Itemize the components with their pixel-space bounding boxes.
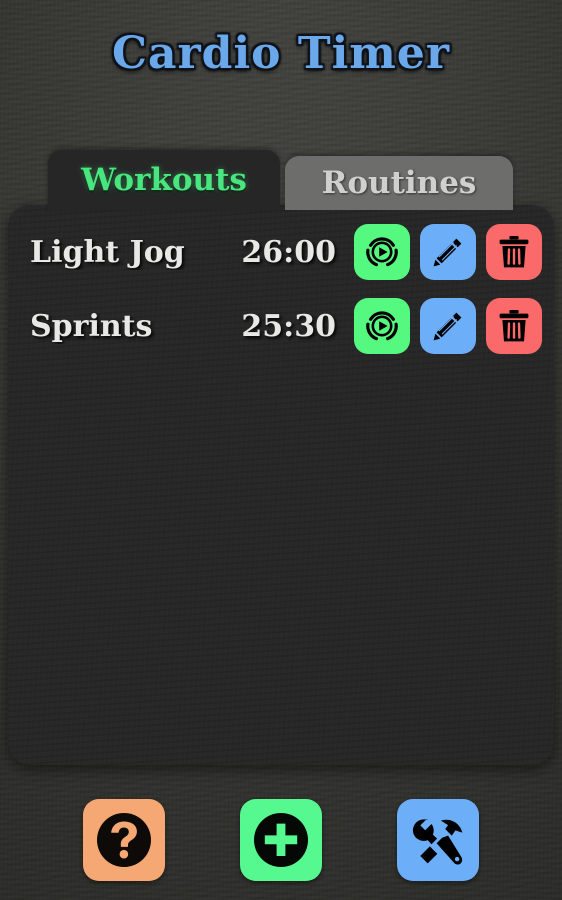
tab-routines-label: Routines [321, 165, 477, 201]
plus-circle-icon [250, 809, 312, 871]
edit-button[interactable] [420, 224, 476, 280]
pencil-icon [430, 308, 466, 344]
page-title: Cardio Timer [111, 28, 451, 79]
trash-icon [497, 234, 531, 270]
workout-name: Light Jog [30, 234, 185, 270]
workout-name: Sprints [30, 308, 153, 344]
play-circle-icon [363, 307, 401, 345]
workout-duration: 25:30 [241, 308, 336, 344]
edit-button[interactable] [420, 298, 476, 354]
workout-list-panel: Light Jog 26:00 Sprints 25:30 [8, 205, 554, 765]
settings-button[interactable] [396, 799, 479, 881]
workout-duration: 26:00 [241, 234, 336, 270]
title-bar: Cardio Timer [0, 28, 562, 79]
start-button[interactable] [354, 224, 410, 280]
tab-workouts-label: Workouts [81, 162, 247, 198]
pencil-icon [430, 234, 466, 270]
delete-button[interactable] [486, 224, 542, 280]
workout-list: Light Jog 26:00 Sprints 25:30 [8, 205, 554, 363]
question-mark-icon [93, 809, 155, 871]
start-button[interactable] [354, 298, 410, 354]
row-actions [354, 298, 542, 354]
tab-routines[interactable]: Routines [285, 156, 513, 210]
help-button[interactable] [83, 799, 166, 881]
app-background: Cardio Timer Workouts Routines Light Jog… [0, 0, 562, 900]
bottom-toolbar [0, 780, 562, 900]
table-row[interactable]: Light Jog 26:00 [8, 215, 554, 289]
tab-workouts[interactable]: Workouts [48, 150, 280, 210]
tools-icon [408, 810, 468, 870]
add-button[interactable] [239, 799, 322, 881]
trash-icon [497, 308, 531, 344]
table-row[interactable]: Sprints 25:30 [8, 289, 554, 363]
tab-bar: Workouts Routines [48, 150, 513, 210]
play-circle-icon [363, 233, 401, 271]
delete-button[interactable] [486, 298, 542, 354]
row-actions [354, 224, 542, 280]
